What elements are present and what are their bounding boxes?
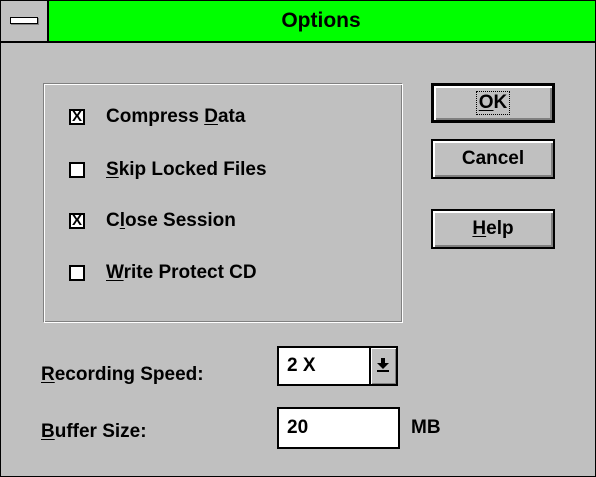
checkbox-skip-locked-files[interactable]: Skip Locked Files: [69, 157, 267, 183]
checkbox-write-protect-cd[interactable]: Write Protect CD: [69, 260, 257, 286]
recording-speed-value: 2 X: [287, 355, 316, 376]
buffer-size-value: 20: [287, 417, 309, 438]
check-mark-icon: X: [71, 212, 82, 229]
checkbox-label: Write Protect CD: [106, 262, 257, 283]
help-button-label: Help: [472, 218, 514, 239]
checkbox-label: Skip Locked Files: [106, 159, 267, 180]
dialog-title: Options: [281, 9, 361, 32]
checkbox-label: Close Session: [106, 210, 236, 231]
system-menu-icon: [10, 17, 38, 24]
title-bar[interactable]: Options: [1, 1, 595, 43]
system-menu-button[interactable]: [1, 1, 49, 41]
check-mark-icon: X: [71, 108, 82, 125]
checkbox-box[interactable]: [69, 162, 85, 178]
buffer-size-input[interactable]: 20: [277, 407, 400, 449]
options-group: X Compress Data Skip Locked Files X Clos…: [43, 83, 403, 323]
checkbox-label: Compress Data: [106, 106, 246, 127]
dropdown-button[interactable]: [369, 348, 396, 384]
recording-speed-select[interactable]: 2 X: [277, 346, 398, 386]
buffer-size-label: Buffer Size:: [41, 421, 147, 442]
recording-speed-label: Recording Speed:: [41, 364, 204, 385]
checkbox-box[interactable]: X: [69, 212, 85, 229]
help-button[interactable]: Help: [431, 209, 555, 249]
checkbox-box[interactable]: X: [69, 108, 85, 125]
checkbox-close-session[interactable]: X Close Session: [69, 208, 236, 234]
buffer-size-unit: MB: [411, 417, 441, 438]
options-dialog: Options X Compress Data Skip Locked File…: [0, 0, 596, 477]
ok-button[interactable]: OK: [431, 83, 555, 123]
checkbox-compress-data[interactable]: X Compress Data: [69, 104, 245, 130]
cancel-button-label: Cancel: [461, 148, 525, 169]
checkbox-box[interactable]: [69, 265, 85, 281]
cancel-button[interactable]: Cancel: [431, 139, 555, 179]
down-arrow-icon: [377, 358, 389, 372]
ok-button-label: OK: [475, 91, 511, 115]
